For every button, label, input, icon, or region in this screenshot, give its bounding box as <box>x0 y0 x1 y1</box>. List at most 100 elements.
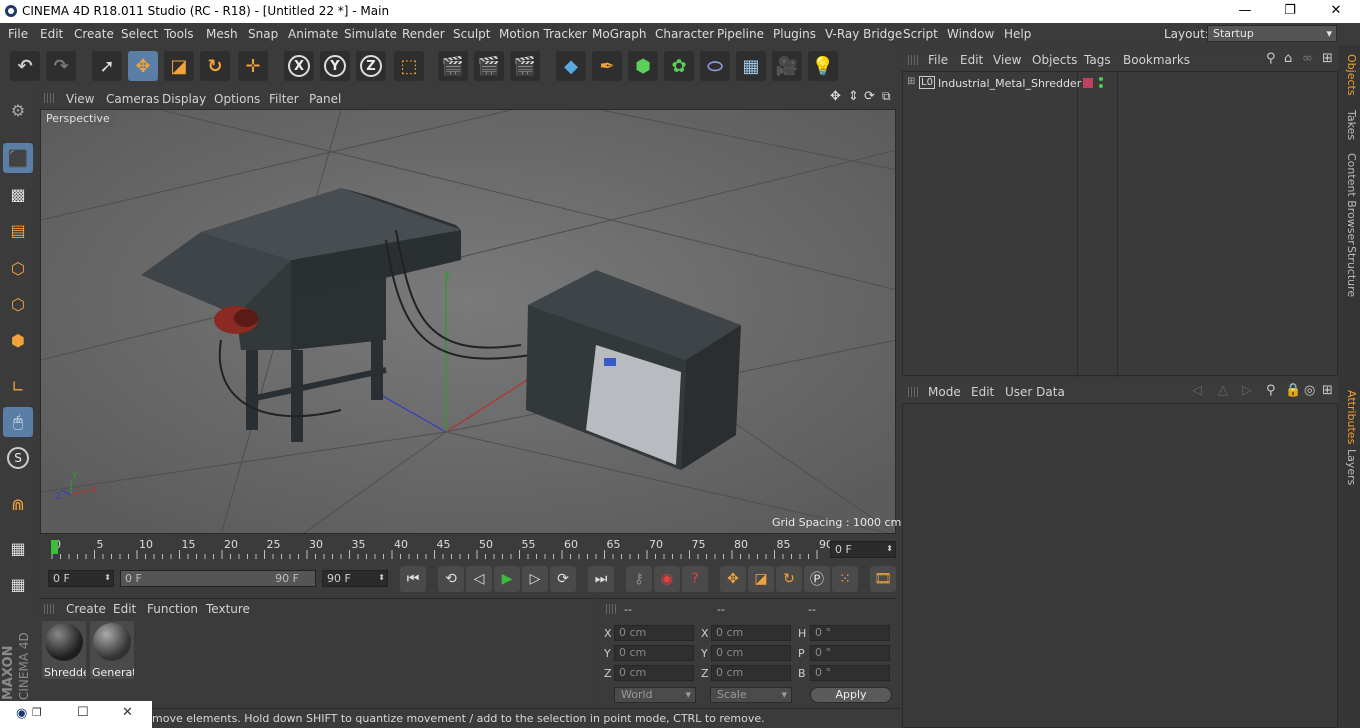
menu-simulate[interactable]: Simulate <box>344 27 397 41</box>
current-frame-field[interactable]: 0 F ⬍ <box>830 541 896 558</box>
attribute-menu-mode[interactable]: Mode <box>928 385 961 399</box>
menu-motion-tracker[interactable]: Motion Tracker <box>499 27 587 41</box>
panel-grip-icon[interactable] <box>908 387 918 397</box>
viewport-menu-view[interactable]: View <box>66 92 94 106</box>
tab-content-browser[interactable]: Content Browser <box>1340 149 1358 249</box>
snapping-button[interactable]: S <box>3 443 33 473</box>
menu-create[interactable]: Create <box>74 27 114 41</box>
restore-button[interactable]: ❐ <box>1267 0 1313 23</box>
menu-snap[interactable]: Snap <box>248 27 278 41</box>
play-button[interactable]: ▶ <box>494 566 520 592</box>
close-button[interactable]: ✕ <box>1313 0 1359 23</box>
position-x-field[interactable]: 0 cm <box>614 625 694 641</box>
tab-attributes[interactable]: Attributes <box>1340 385 1358 449</box>
attribute-menu-user-data[interactable]: User Data <box>1005 385 1065 399</box>
position-z-field[interactable]: 0 cm <box>614 665 694 681</box>
attribute-menu-edit[interactable]: Edit <box>971 385 994 399</box>
object-menu-bookmarks[interactable]: Bookmarks <box>1123 53 1190 67</box>
panel-grip-icon[interactable] <box>44 604 54 614</box>
add-light-button[interactable]: 💡 <box>808 51 838 81</box>
tab-layers[interactable]: Layers <box>1340 449 1358 485</box>
planar-workplane-button[interactable]: ▦ <box>3 569 33 599</box>
add-floor-button[interactable]: ▦ <box>736 51 766 81</box>
next-key-button[interactable]: ⟳ <box>550 566 576 592</box>
layer-color-tag[interactable] <box>1083 78 1093 88</box>
key-pla-button[interactable]: ⁙ <box>832 566 858 592</box>
coordinate-mode-dropdown[interactable]: World ▾ <box>614 687 696 703</box>
add-camera-button[interactable]: 🎥 <box>772 51 802 81</box>
end-frame-field[interactable]: 90 F ⬍ <box>322 570 388 587</box>
key-parameter-button[interactable]: Ⓟ <box>804 566 830 592</box>
playhead-marker[interactable] <box>51 540 58 554</box>
object-menu-edit[interactable]: Edit <box>960 53 983 67</box>
add-spline-button[interactable]: ✒ <box>592 51 622 81</box>
rotation-p-field[interactable]: 0 ° <box>810 645 890 661</box>
viewport-menu-options[interactable]: Options <box>214 92 260 106</box>
enable-axis-button[interactable]: ∟ <box>3 371 33 401</box>
polygons-mode-button[interactable]: ⬢ <box>3 325 33 355</box>
menu-plugins[interactable]: Plugins <box>773 27 816 41</box>
menu-window[interactable]: Window <box>947 27 994 41</box>
tweak-mode-button[interactable]: 🖱 <box>3 407 33 437</box>
panel-grip-icon[interactable] <box>44 93 54 103</box>
coordinate-system-button[interactable]: ⬚ <box>394 51 424 81</box>
menu-script[interactable]: Script <box>903 27 938 41</box>
editor-visibility-dot[interactable] <box>1099 77 1103 81</box>
rotate-tool-button[interactable]: ↻ <box>200 51 230 81</box>
forward-arrow-icon[interactable]: ▷ <box>1242 383 1252 398</box>
lock-x-axis-button[interactable]: X <box>284 51 314 81</box>
record-keys-button[interactable]: ⚷ <box>626 566 652 592</box>
lock-z-axis-button[interactable]: Z <box>356 51 386 81</box>
timeline-ruler[interactable]: 051015202530354045505560657075808590 0 F… <box>40 536 898 562</box>
link-icon[interactable]: ∞ <box>1302 51 1313 66</box>
maximize-window-icon[interactable]: ☐ <box>77 705 89 720</box>
keyframe-selection-button[interactable]: ? <box>682 566 708 592</box>
next-frame-button[interactable]: ▷ <box>522 566 548 592</box>
orbit-view-icon[interactable]: ⟳ <box>864 89 875 104</box>
menu-mograph[interactable]: MoGraph <box>592 27 647 41</box>
menu-sculpt[interactable]: Sculpt <box>453 27 490 41</box>
tab-takes[interactable]: Takes <box>1340 105 1358 145</box>
target-icon[interactable]: ◎ <box>1304 383 1315 398</box>
menu-edit[interactable]: Edit <box>40 27 63 41</box>
rotation-h-field[interactable]: 0 ° <box>810 625 890 641</box>
home-icon[interactable]: ⌂ <box>1284 51 1292 66</box>
frame-range-slider[interactable]: 0 F 90 F <box>120 570 316 587</box>
menu-vray-bridge[interactable]: V-Ray Bridge <box>825 27 902 41</box>
new-panel-icon[interactable]: ⊞ <box>1322 51 1333 66</box>
move-tool-button[interactable]: ✥ <box>128 51 158 81</box>
enable-snap-button[interactable]: ⋒ <box>3 489 33 519</box>
add-mograph-button[interactable]: ✿ <box>664 51 694 81</box>
material-menu-function[interactable]: Function <box>147 602 198 616</box>
perspective-viewport[interactable]: Y X Z Y <box>40 109 896 534</box>
tab-structure[interactable]: Structure <box>1340 245 1358 299</box>
close-window-icon[interactable]: ✕ <box>122 705 133 720</box>
apply-button[interactable]: Apply <box>810 687 892 703</box>
previous-key-button[interactable]: ⟲ <box>438 566 464 592</box>
pan-view-icon[interactable]: ✥ <box>830 89 841 104</box>
panel-grip-icon[interactable] <box>606 604 616 614</box>
menu-tools[interactable]: Tools <box>164 27 194 41</box>
viewport-menu-cameras[interactable]: Cameras <box>106 92 159 106</box>
material-menu-texture[interactable]: Texture <box>206 602 250 616</box>
search-icon[interactable]: ⚲ <box>1266 51 1276 66</box>
menu-pipeline[interactable]: Pipeline <box>717 27 764 41</box>
material-menu-create[interactable]: Create <box>66 602 106 616</box>
menu-character[interactable]: Character <box>655 27 714 41</box>
viewport-menu-filter[interactable]: Filter <box>269 92 299 106</box>
viewport-menu-display[interactable]: Display <box>162 92 206 106</box>
render-settings-button[interactable]: 🎬 <box>510 51 540 81</box>
go-to-start-button[interactable]: ⏮ <box>400 566 426 592</box>
up-arrow-icon[interactable]: △ <box>1218 383 1228 398</box>
workplane-mode-button[interactable]: ▤ <box>3 215 33 245</box>
edges-mode-button[interactable]: ⬡ <box>3 289 33 319</box>
material-menu-edit[interactable]: Edit <box>113 602 136 616</box>
object-menu-file[interactable]: File <box>928 53 948 67</box>
menu-render[interactable]: Render <box>402 27 445 41</box>
material-swatch[interactable]: Generat <box>90 621 134 679</box>
minimize-button[interactable]: — <box>1222 0 1268 23</box>
object-menu-objects[interactable]: Objects <box>1032 53 1077 67</box>
transform-tool-button[interactable]: ✛ <box>238 51 268 81</box>
object-row[interactable]: ⊞ L0 Industrial_Metal_Shredder <box>903 74 1337 94</box>
menu-select[interactable]: Select <box>121 27 158 41</box>
